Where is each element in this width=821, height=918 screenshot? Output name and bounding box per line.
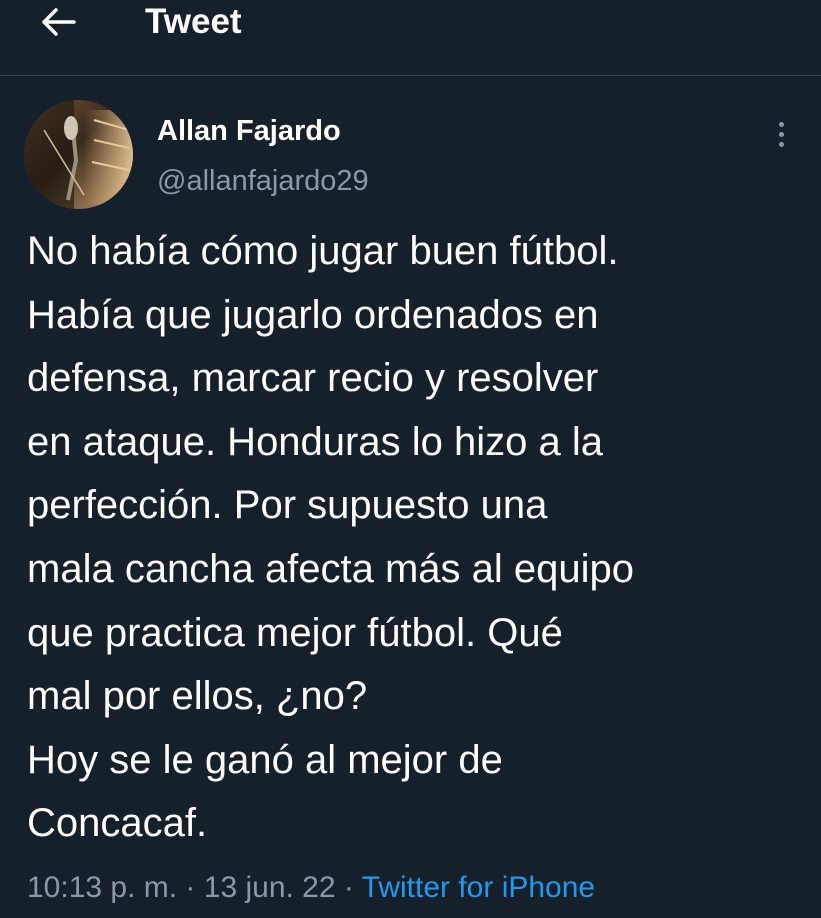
tweet-text-line: defensa, marcar recio y resolver [27,356,599,401]
tweet-text-line: No había cómo jugar buen fútbol. [27,229,619,273]
avatar[interactable] [24,100,133,209]
more-vertical-icon-dot [778,131,784,137]
top-bar: Tweet [0,0,821,76]
tweet-text-line: mala cancha afecta más al equipo [27,546,635,591]
tweet-date[interactable]: 13 jun. 22 [204,871,336,904]
tweet-source-link[interactable]: Twitter for iPhone [362,871,595,904]
back-button[interactable] [30,2,86,42]
tweet-metadata: 10:13 p. m. · 13 jun. 22 · Twitter for i… [27,866,595,910]
author-handle[interactable]: @allanfajardo29 [157,164,369,198]
more-vertical-icon-dot [778,141,784,147]
tweet-time[interactable]: 10:13 p. m. [27,871,177,904]
tweet-text-line: perfección. Por supuesto una [27,483,548,528]
meta-separator: · [335,871,362,904]
tweet-text-line: Concacaf. [27,801,208,846]
tweet-text-line: mal por ellos, ¿no? [27,674,368,719]
more-vertical-icon [778,121,784,127]
more-options-button[interactable] [766,116,796,152]
page-title: Tweet [145,2,242,41]
tweet-text-line: Hoy se le ganó al mejor de [27,737,503,782]
arrow-left-icon [42,8,76,36]
tweet-text-line: Había que jugarlo ordenados en [27,292,599,337]
tweet-text-line: en ataque. Honduras lo hizo a la [27,419,603,464]
microphone-photo-avatar [24,100,133,209]
meta-separator: · [177,871,204,904]
author-name[interactable]: Allan Fajardo [157,114,341,148]
tweet-text-line: que practica mejor fútbol. Qué [27,610,563,655]
tweet-text: No había cómo jugar buen fútbol. Había q… [27,220,817,856]
